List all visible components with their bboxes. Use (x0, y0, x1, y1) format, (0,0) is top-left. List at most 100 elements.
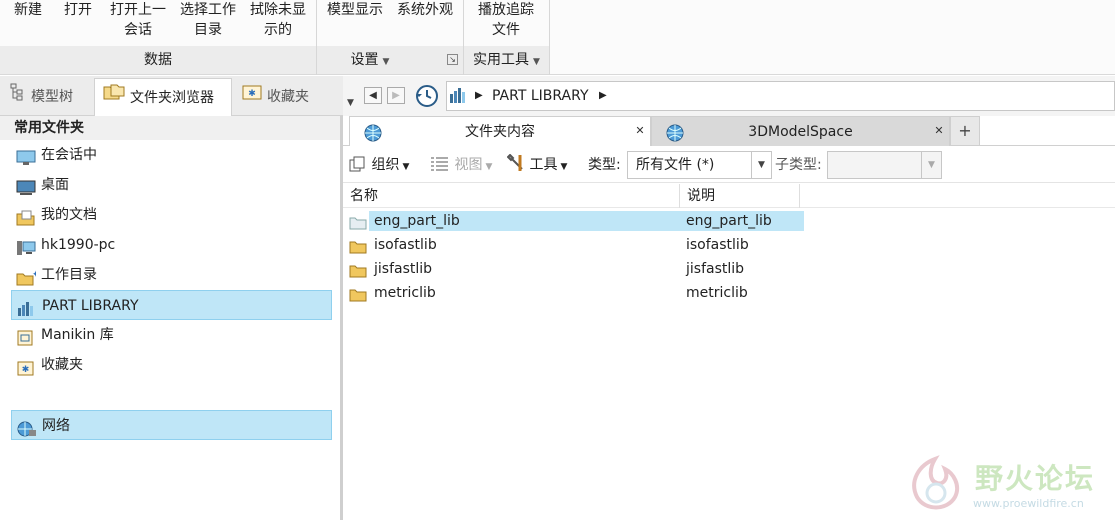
tab-favorites[interactable]: ✱ 收藏夹 (234, 78, 330, 116)
group-data-label: 数据 (144, 52, 172, 68)
file-row[interactable]: eng_part_lib eng_part_lib (343, 209, 1115, 233)
nav-item-computer[interactable]: hk1990-pc (11, 230, 332, 260)
play-trail-file-button[interactable]: 播放追踪 文件 (472, 0, 540, 40)
system-appearance-button[interactable]: 系统外观 (393, 0, 457, 20)
chevron-down-icon: ▼ (485, 162, 493, 172)
common-folders-header: 常用文件夹 (0, 116, 340, 140)
flame-logo-icon (905, 455, 967, 517)
views-icon (430, 157, 450, 173)
open-button[interactable]: 打开 (60, 0, 96, 20)
organize-button[interactable]: 组织 ▼ (349, 147, 409, 185)
file-row[interactable]: metriclib metriclib (343, 281, 1115, 305)
model-tree-icon (8, 78, 26, 116)
dialog-launcher-icon[interactable]: ↘ (447, 54, 458, 65)
nav-item-label: 桌面 (41, 177, 69, 193)
nav-item-manikin-library[interactable]: Manikin 库 (11, 320, 332, 350)
select-working-directory-button[interactable]: 选择工作 目录 (176, 0, 240, 40)
chevron-down-icon: ▼ (921, 152, 941, 178)
file-name: isofastlib (374, 237, 437, 253)
views-button[interactable]: 视图 ▼ (430, 147, 492, 185)
group-utilities-label: 实用工具 (473, 52, 530, 68)
subtype-select[interactable]: ▼ (827, 151, 942, 179)
network-icon (17, 418, 37, 448)
file-row[interactable]: isofastlib isofastlib (343, 233, 1115, 257)
file-description: isofastlib (686, 237, 749, 253)
back-button[interactable]: ◀ (364, 87, 382, 104)
group-data: 数据 (0, 46, 316, 74)
open-last-session-button[interactable]: 打开上一 会话 (106, 0, 170, 40)
close-icon[interactable]: ✕ (933, 125, 945, 137)
file-open-window: 新建 打开 打开上一 会话 选择工作 目录 拭除未显 示的 模型显示 系统外观 … (0, 0, 1115, 520)
views-label: 视图 (454, 157, 483, 173)
nav-item-label: 工作目录 (41, 267, 97, 283)
type-select-value: 所有文件 (*) (636, 157, 715, 173)
address-bar[interactable]: ▶ PART LIBRARY ▶ (446, 81, 1115, 111)
history-icon[interactable] (414, 84, 440, 112)
organize-label: 组织 (371, 157, 400, 173)
column-name[interactable]: 名称 (343, 184, 680, 208)
nav-item-label: 在会话中 (41, 147, 97, 163)
close-icon[interactable]: ✕ (634, 125, 646, 137)
nav-item-label: PART LIBRARY (42, 298, 139, 314)
nav-item-label: hk1990-pc (41, 237, 116, 253)
model-display-button[interactable]: 模型显示 (323, 0, 387, 20)
column-description[interactable]: 说明 (680, 184, 800, 208)
address-row: ▼ ◀ ▶ ▶ PART LIBRARY ▶ (343, 76, 1115, 116)
nav-item-part-library[interactable]: PART LIBRARY (11, 290, 332, 320)
nav-item-in-session[interactable]: 在会话中 (11, 140, 332, 170)
tools-icon (506, 153, 525, 173)
subtype-label: 子类型: (775, 157, 822, 173)
file-description: jisfastlib (686, 261, 745, 277)
nav-item-label: 我的文档 (41, 207, 97, 223)
chevron-down-icon: ▼ (382, 57, 390, 67)
tab-label: 文件夹内容 (465, 124, 535, 140)
svg-text:✦: ✦ (32, 270, 36, 280)
tab-folder-browser[interactable]: 文件夹浏览器 (94, 78, 232, 117)
tab-3dmodelspace[interactable]: 3DModelSpace ✕ (651, 116, 950, 146)
watermark-url: www.proewildfire.cn (973, 497, 1084, 510)
add-tab-button[interactable]: + (950, 116, 980, 146)
nav-item-my-documents[interactable]: 我的文档 (11, 200, 332, 230)
group-utilities[interactable]: 实用工具 ▼ (464, 46, 549, 74)
tools-button[interactable]: 工具 ▼ (506, 147, 567, 185)
file-name: metriclib (374, 285, 436, 301)
tab-model-tree[interactable]: 模型树 (0, 78, 92, 116)
group-settings[interactable]: 设置 ▼ (317, 46, 463, 74)
file-row[interactable]: jisfastlib jisfastlib (343, 257, 1115, 281)
nav-item-label: 网络 (42, 418, 70, 434)
tools-label: 工具 (529, 157, 558, 173)
chevron-down-icon[interactable]: ▼ (347, 98, 354, 108)
nav-item-working-directory[interactable]: ✦ 工作目录 (11, 260, 332, 290)
ribbon: 新建 打开 打开上一 会话 选择工作 目录 拭除未显 示的 模型显示 系统外观 … (0, 0, 1115, 75)
watermark-title: 野火论坛 (975, 462, 1096, 495)
folder-browser-icon (103, 79, 125, 117)
type-label: 类型: (588, 157, 621, 173)
organize-icon (349, 156, 367, 173)
file-list-header: 名称 说明 (343, 184, 1115, 208)
chevron-down-icon: ▼ (402, 162, 410, 172)
nav-item-network[interactable]: 网络 (11, 410, 332, 440)
file-name: jisfastlib (374, 261, 433, 277)
nav-item-label: 收藏夹 (41, 357, 83, 373)
group-settings-label: 设置 (350, 52, 379, 68)
forward-button[interactable]: ▶ (387, 87, 405, 104)
erase-not-displayed-button[interactable]: 拭除未显 示的 (246, 0, 310, 40)
type-select[interactable]: 所有文件 (*) ▼ (627, 151, 772, 179)
new-button[interactable]: 新建 (10, 0, 46, 20)
nav-item-favorites[interactable]: ✱ 收藏夹 (11, 350, 332, 380)
tab-folder-contents[interactable]: 文件夹内容 ✕ (349, 116, 651, 146)
watermark: 野火论坛 www.proewildfire.cn (905, 455, 1115, 515)
nav-item-desktop[interactable]: 桌面 (11, 170, 332, 200)
folder-icon (349, 286, 367, 310)
chevron-down-icon: ▼ (751, 152, 771, 178)
breadcrumb-separator-icon[interactable]: ▶ (599, 82, 607, 110)
browser-toolbar: 组织 ▼ 视图 ▼ 工具 ▼ 类型: 所有文件 (*) ▼ 子类型: ▼ (343, 147, 1115, 183)
favorites-icon: ✱ (242, 78, 262, 116)
breadcrumb-part-library[interactable]: PART LIBRARY (492, 82, 589, 110)
folder-navigator: 常用文件夹 在会话中 桌面 我的文档 hk1990-pc ✦ 工作目录 PART… (0, 116, 343, 520)
nav-item-label: Manikin 库 (41, 327, 114, 343)
content-tabs: 文件夹内容 ✕ 3DModelSpace ✕ + (343, 116, 1115, 146)
tab-folder-browser-label: 文件夹浏览器 (130, 90, 214, 106)
library-icon (449, 86, 469, 114)
breadcrumb-separator-icon[interactable]: ▶ (475, 82, 483, 110)
